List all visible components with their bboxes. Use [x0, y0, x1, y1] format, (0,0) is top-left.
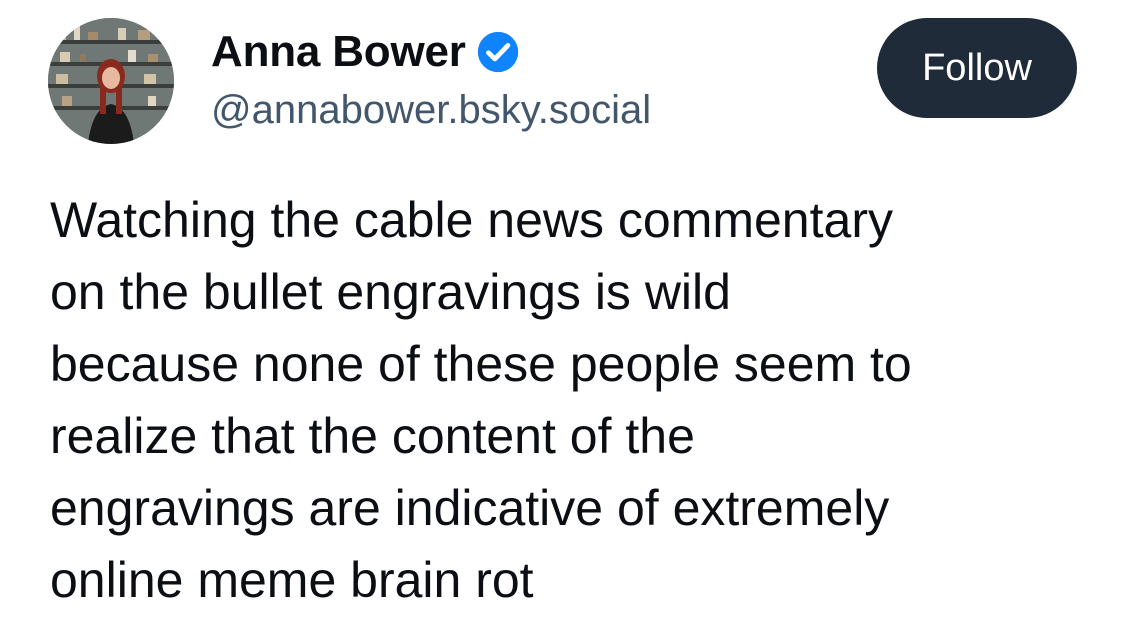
post-text-line: on the bullet engravings is wild [50, 264, 731, 320]
post-text-line: realize that the content of the [50, 408, 695, 464]
post-text-line: engravings are indicative of extremely [50, 480, 890, 536]
post-text-line: online meme brain rot [50, 552, 534, 608]
post-text-line: because none of these people seem to [50, 336, 912, 392]
author-display-name[interactable]: Anna Bower [211, 27, 466, 77]
post-card: Anna Bower @annabower.bsky.social Follow… [0, 0, 1124, 626]
post-text: Watching the cable news commentary on th… [50, 184, 1100, 616]
profile-avatar[interactable] [48, 18, 174, 144]
post-text-line: Watching the cable news commentary [50, 192, 893, 248]
avatar-image [48, 18, 174, 144]
follow-button[interactable]: Follow [877, 18, 1077, 118]
verified-check-icon [476, 30, 520, 74]
author-name-row: Anna Bower [211, 26, 520, 78]
author-handle[interactable]: @annabower.bsky.social [211, 88, 651, 133]
